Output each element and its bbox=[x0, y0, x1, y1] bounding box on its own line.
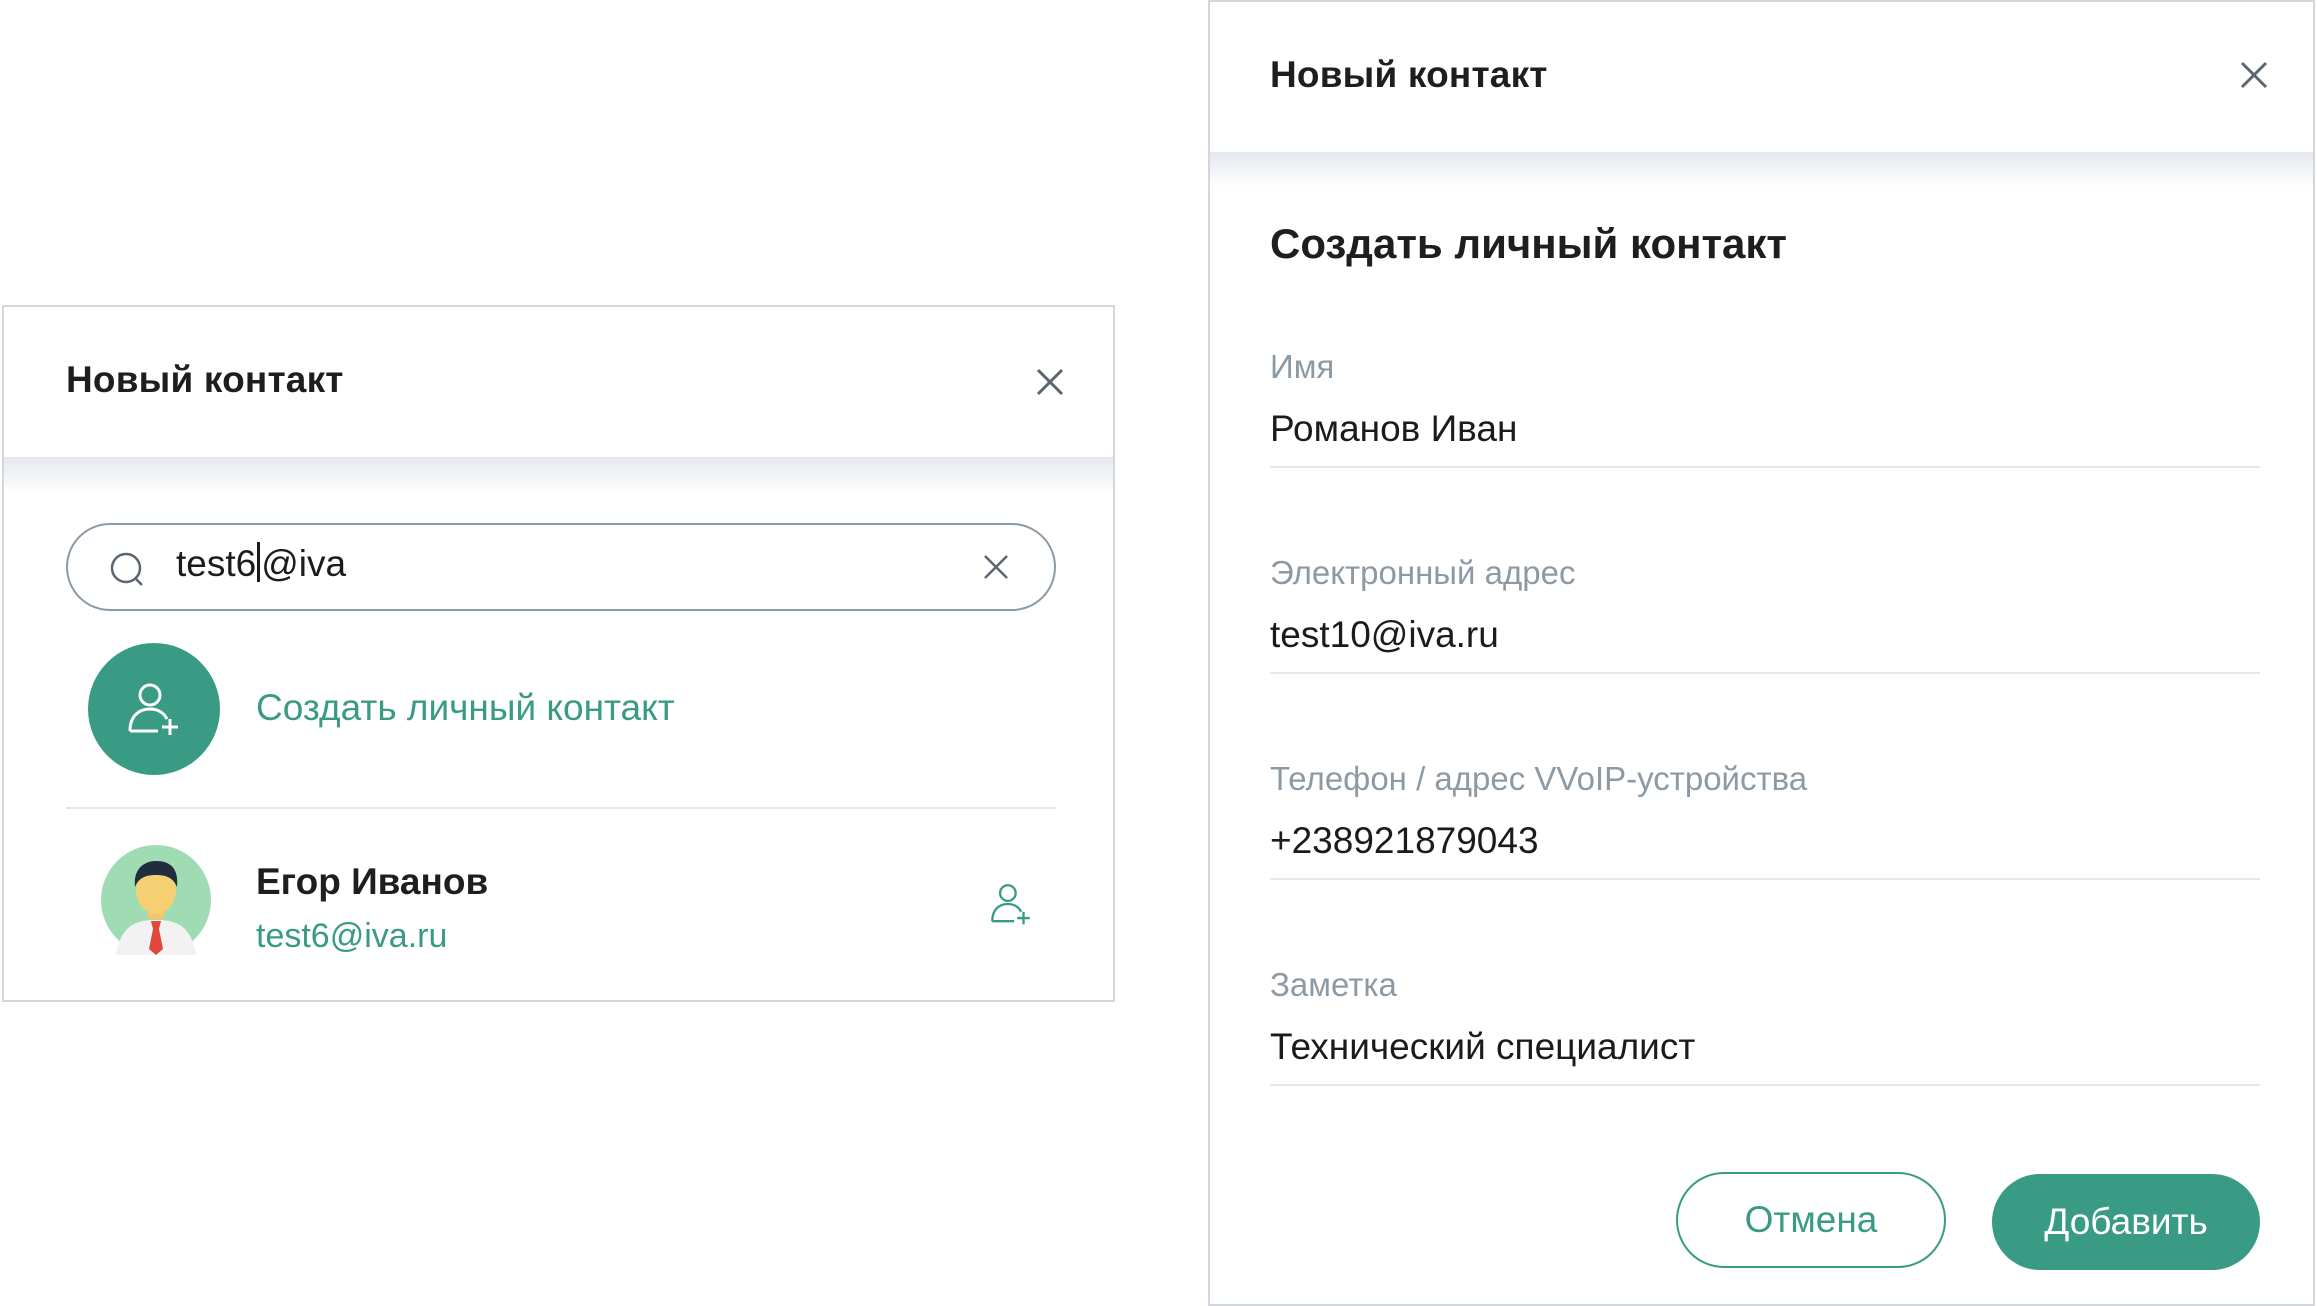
name-input[interactable]: Романов Иван bbox=[1270, 408, 2260, 468]
phone-field[interactable]: Телефон / адрес VVoIP-устройства +238921… bbox=[1270, 760, 2260, 880]
close-button[interactable] bbox=[1030, 362, 1070, 402]
contact-email: test6@iva.ru bbox=[256, 917, 448, 955]
new-contact-search-panel: Новый контакт test6 @iva Создать личный к… bbox=[2, 305, 1115, 1002]
avatar bbox=[101, 845, 211, 955]
field-label: Имя bbox=[1270, 348, 1335, 385]
header-shadow bbox=[4, 457, 1113, 493]
note-field[interactable]: Заметка Технический специалист bbox=[1270, 966, 2260, 1086]
cancel-button[interactable]: Отмена bbox=[1676, 1172, 1946, 1268]
email-field[interactable]: Электронный адрес test10@iva.ru bbox=[1270, 554, 2260, 674]
panel-title: Новый контакт bbox=[66, 359, 344, 400]
panel-title: Новый контакт bbox=[1270, 54, 1548, 95]
search-icon bbox=[110, 552, 143, 586]
field-label: Телефон / адрес VVoIP-устройства bbox=[1270, 760, 1808, 797]
create-contact-label: Создать личный контакт bbox=[256, 687, 675, 728]
panel-header: Новый контакт bbox=[1210, 2, 2313, 152]
clear-icon[interactable] bbox=[978, 549, 1014, 585]
new-contact-form-panel: Новый контакт Создать личный контакт Имя… bbox=[1208, 0, 2315, 1306]
search-input[interactable]: test6 @iva bbox=[66, 523, 1056, 611]
divider bbox=[66, 807, 1056, 809]
close-icon bbox=[2240, 61, 2268, 89]
add-button[interactable]: Добавить bbox=[1992, 1174, 2260, 1270]
contact-list-item[interactable]: Егор Иванов test6@iva.ru bbox=[66, 837, 1056, 967]
field-label: Электронный адрес bbox=[1270, 554, 1576, 591]
header-shadow bbox=[1210, 152, 2313, 188]
form-heading: Создать личный контакт bbox=[1270, 220, 1788, 267]
email-input[interactable]: test10@iva.ru bbox=[1270, 614, 2260, 674]
user-plus-icon bbox=[128, 683, 178, 735]
close-button[interactable] bbox=[2234, 55, 2274, 95]
field-label: Заметка bbox=[1270, 966, 1397, 1003]
close-icon bbox=[1036, 368, 1064, 396]
create-personal-contact-item[interactable]: Создать личный контакт bbox=[66, 643, 1056, 783]
text-caret bbox=[257, 542, 261, 582]
phone-input[interactable]: +238921879043 bbox=[1270, 820, 2260, 880]
contact-name: Егор Иванов bbox=[256, 861, 489, 902]
panel-header: Новый контакт bbox=[4, 307, 1113, 457]
search-value[interactable]: test6 @iva bbox=[176, 542, 346, 585]
add-contact-avatar bbox=[88, 643, 220, 775]
note-input[interactable]: Технический специалист bbox=[1270, 1026, 2260, 1086]
user-plus-icon bbox=[991, 884, 1030, 925]
add-contact-button[interactable] bbox=[986, 879, 1036, 934]
name-field[interactable]: Имя Романов Иван bbox=[1270, 348, 2260, 468]
